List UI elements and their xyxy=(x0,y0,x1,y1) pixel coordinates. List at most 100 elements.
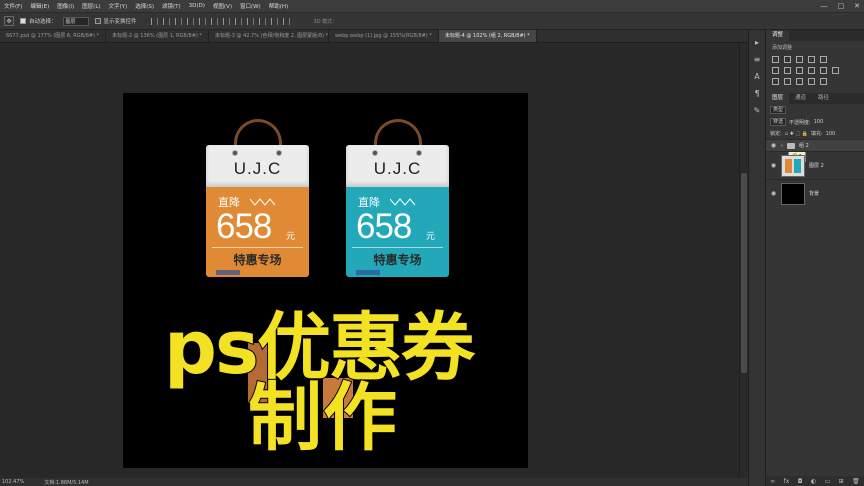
channel-mixer-icon[interactable] xyxy=(820,67,827,74)
kind-filter-dropdown[interactable]: 类型 xyxy=(770,106,787,114)
invert-icon[interactable] xyxy=(772,78,779,85)
bag-unit: 元 xyxy=(426,232,436,242)
move-tool-icon[interactable]: ✥ xyxy=(4,16,14,26)
black-white-icon[interactable] xyxy=(796,67,803,74)
link-icon[interactable]: ∞ xyxy=(770,478,775,485)
menu-view[interactable]: 视图(V) xyxy=(209,2,236,10)
layer-name[interactable]: 组 2 xyxy=(799,142,809,149)
brush-icon[interactable]: ✎ xyxy=(753,106,762,115)
mask-icon[interactable]: ◘ xyxy=(798,478,803,485)
layer-name[interactable]: 图层 2 xyxy=(809,162,824,169)
align-vcenter-icon[interactable] xyxy=(162,17,170,25)
maximize-icon[interactable]: □ xyxy=(838,2,845,10)
bag-special: 特惠专场 xyxy=(233,253,282,267)
new-layer-icon[interactable]: ⊞ xyxy=(839,478,844,485)
menu-window[interactable]: 窗口(W) xyxy=(236,2,265,10)
character-icon[interactable]: A xyxy=(753,72,762,81)
show-transform-option[interactable]: 显示变换控件 xyxy=(94,17,137,25)
layer-row-image[interactable]: ◉ 图层 2 xyxy=(766,151,864,179)
menu-3d[interactable]: 3D(D) xyxy=(185,3,209,9)
menu-file[interactable]: 文件(F) xyxy=(0,2,26,10)
show-transform-checkbox[interactable] xyxy=(94,18,101,24)
tab-doc-5-active[interactable]: 未标题-4 @ 102% (组 2, RGB/8#) * xyxy=(438,30,537,42)
menu-edit[interactable]: 编辑(E) xyxy=(26,2,53,10)
expand-arrow-icon[interactable]: › xyxy=(781,143,783,149)
tab-doc-4[interactable]: webp.webp (1).jpg @ 155%(RGB/8#) * xyxy=(329,30,439,42)
align-bottom-icon[interactable] xyxy=(174,17,182,25)
align-right-icon[interactable] xyxy=(210,17,218,25)
lock-icon[interactable]: ▫ ✚ ⬚ 🔒 xyxy=(785,131,808,137)
distribute-hcenter-icon[interactable] xyxy=(270,17,278,25)
bag-hole xyxy=(276,150,282,156)
tab-doc-2[interactable]: 未标题-2 @ 136% (图层 1, RGB/8#) * xyxy=(106,30,209,42)
mode-3d-label: 3D 模式： xyxy=(313,18,338,25)
align-hcenter-icon[interactable] xyxy=(198,17,206,25)
adjustments-tabs: 调整 xyxy=(766,30,864,41)
auto-select-dropdown[interactable]: 图层 xyxy=(62,16,89,26)
bag-brand: U.J.C xyxy=(373,159,422,178)
align-top-icon[interactable] xyxy=(150,17,158,25)
tab-doc-1[interactable]: 6677.psd @ 177% (图层 8, RGB/8#) * xyxy=(0,30,107,42)
tab-channels[interactable]: 通道 xyxy=(789,93,812,104)
photo-filter-icon[interactable] xyxy=(808,67,815,74)
distribute-top-icon[interactable] xyxy=(222,17,230,25)
fill-value[interactable]: 100 xyxy=(826,131,836,137)
adjustment-layer-icon[interactable]: ◐ xyxy=(811,478,816,485)
auto-select-checkbox[interactable] xyxy=(20,18,26,24)
eye-icon[interactable]: ◉ xyxy=(770,190,777,197)
properties-icon[interactable]: ≡ xyxy=(753,55,762,64)
vibrance-icon[interactable] xyxy=(820,56,827,63)
auto-select-option[interactable]: 自动选择： xyxy=(20,17,57,25)
exposure-icon[interactable] xyxy=(808,56,815,63)
menu-image[interactable]: 图像(I) xyxy=(53,2,78,10)
menu-help[interactable]: 帮助(H) xyxy=(265,2,292,10)
group-icon[interactable]: ▭ xyxy=(825,478,831,485)
threshold-icon[interactable] xyxy=(796,78,803,85)
menu-filter[interactable]: 滤镜(T) xyxy=(158,2,185,10)
panel-dock-strip: ▸ ≡ A ¶ ✎ xyxy=(748,30,766,486)
layer-row-group[interactable]: ◉ › 组 2 xyxy=(766,139,864,151)
adjustment-icons-row-2 xyxy=(766,65,864,76)
options-bar: ✥ 自动选择： 图层 显示变换控件 3D 模式： xyxy=(0,12,864,30)
doc-size: 文档:1.88M/5.14M xyxy=(44,479,89,486)
eye-icon[interactable]: ◉ xyxy=(770,142,777,149)
auto-select-label: 自动选择： xyxy=(29,19,57,25)
hue-saturation-icon[interactable] xyxy=(772,67,779,74)
eye-icon[interactable]: ◉ xyxy=(770,162,777,169)
tab-paths[interactable]: 路径 xyxy=(812,93,835,104)
opacity-value[interactable]: 100 xyxy=(814,119,824,125)
selective-color-icon[interactable] xyxy=(820,78,827,85)
menu-type[interactable]: 文字(Y) xyxy=(105,2,132,10)
curves-icon[interactable] xyxy=(796,56,803,63)
bag-stripe xyxy=(356,270,436,275)
distribute-left-icon[interactable] xyxy=(258,17,266,25)
brightness-icon[interactable] xyxy=(772,56,779,63)
distribute-vcenter-icon[interactable] xyxy=(234,17,242,25)
minimize-icon[interactable]: — xyxy=(821,2,828,10)
layer-name[interactable]: 背景 xyxy=(809,190,819,197)
posterize-icon[interactable] xyxy=(784,78,791,85)
menu-select[interactable]: 选择(S) xyxy=(131,2,158,10)
tab-adjustments[interactable]: 调整 xyxy=(766,30,790,41)
align-icons-group xyxy=(150,17,290,25)
paragraph-icon[interactable]: ¶ xyxy=(753,89,762,98)
levels-icon[interactable] xyxy=(784,56,791,63)
menu-layer[interactable]: 图层(L) xyxy=(78,2,104,10)
zoom-level[interactable]: 102.47% xyxy=(2,479,24,485)
window-controls: — □ ✕ xyxy=(821,0,861,12)
close-icon[interactable]: ✕ xyxy=(854,2,860,10)
color-balance-icon[interactable] xyxy=(784,67,791,74)
distribute-right-icon[interactable] xyxy=(282,17,290,25)
tab-layers[interactable]: 图层 xyxy=(766,93,790,104)
tab-doc-3[interactable]: 未标题-3 @ 42.7% (色相/饱和度 2, 图层蒙版/8) * xyxy=(209,30,329,42)
color-lookup-icon[interactable] xyxy=(832,67,839,74)
blend-mode-dropdown[interactable]: 穿透 xyxy=(770,118,787,126)
bag-hole xyxy=(232,150,238,156)
history-icon[interactable]: ▸ xyxy=(753,38,762,47)
trash-icon[interactable]: 🗑 xyxy=(852,478,860,485)
layer-row-background[interactable]: ◉ 背景 xyxy=(766,179,864,207)
gradient-map-icon[interactable] xyxy=(808,78,815,85)
distribute-bottom-icon[interactable] xyxy=(246,17,254,25)
fx-icon[interactable]: fx xyxy=(784,478,790,485)
align-left-icon[interactable] xyxy=(186,17,194,25)
